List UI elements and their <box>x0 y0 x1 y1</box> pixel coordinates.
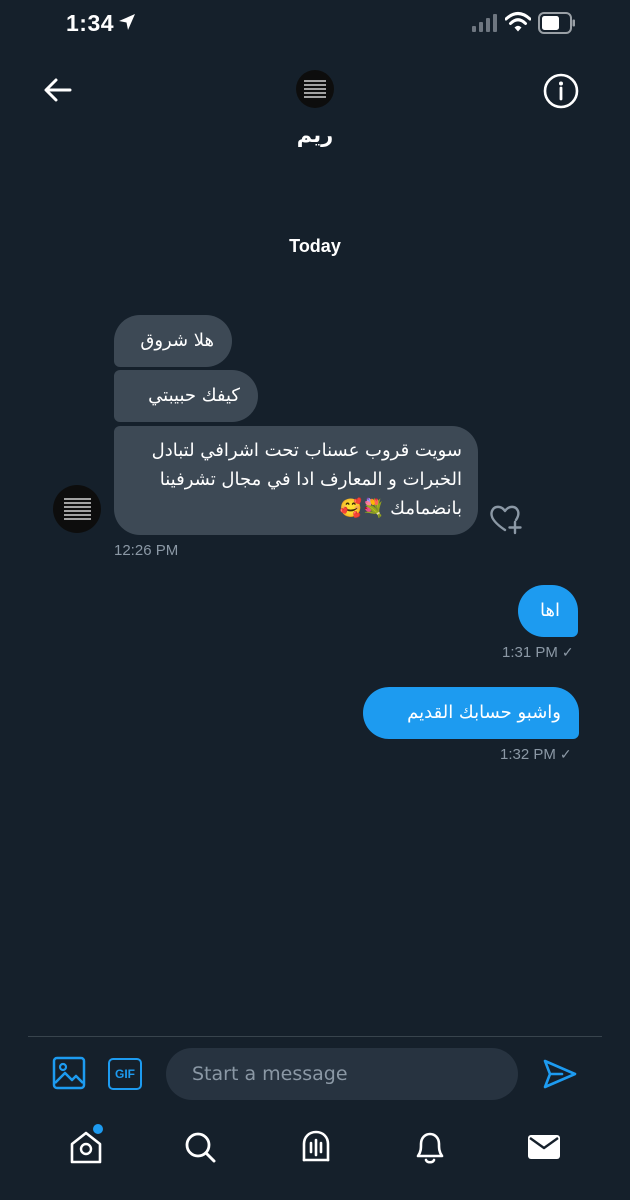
sent-message-bubble[interactable]: واشبو حسابك القديم <box>363 687 579 739</box>
sent-check-icon: ✓ <box>561 644 574 660</box>
cellular-signal-icon <box>472 14 497 32</box>
message-timestamp: 1:31 PM <box>502 644 558 661</box>
send-icon[interactable] <box>542 1058 578 1090</box>
sender-avatar[interactable] <box>53 485 101 533</box>
search-icon[interactable] <box>182 1128 218 1166</box>
add-reaction-heart-icon[interactable] <box>488 502 524 536</box>
message-timestamp: 1:32 PM <box>500 746 556 763</box>
contact-name[interactable]: ريم <box>0 123 630 147</box>
image-icon[interactable] <box>52 1056 86 1090</box>
gif-button[interactable]: GIF <box>108 1058 142 1090</box>
status-bar: 1:34 <box>0 0 630 50</box>
spaces-icon[interactable] <box>298 1128 334 1166</box>
conversation-header: ريم <box>0 50 630 160</box>
message-timestamp-row: 1:31 PM ✓ <box>502 644 574 661</box>
notifications-icon[interactable] <box>412 1128 448 1166</box>
back-button[interactable] <box>40 72 76 108</box>
composer-divider <box>28 1036 602 1037</box>
contact-avatar[interactable] <box>296 70 334 108</box>
messages-icon[interactable] <box>526 1128 562 1166</box>
sent-message-bubble[interactable]: اها <box>518 585 578 637</box>
received-message-bubble[interactable]: سويت قروب عسناب تحت اشرافي لتبادل الخبرا… <box>114 426 478 535</box>
date-separator: Today <box>289 236 341 256</box>
status-time: 1:34 <box>66 10 115 36</box>
received-message-bubble[interactable]: كيفك حبيبتي <box>114 370 258 422</box>
message-timestamp: 12:26 PM <box>114 542 179 559</box>
battery-icon <box>538 12 575 34</box>
wifi-icon <box>505 12 531 32</box>
received-message-bubble[interactable]: هلا شروق <box>114 315 232 367</box>
info-button[interactable] <box>542 72 580 110</box>
message-input[interactable] <box>166 1048 518 1100</box>
bottom-tab-bar <box>0 1110 630 1200</box>
home-badge-dot <box>93 1124 103 1134</box>
location-arrow-icon <box>119 14 135 30</box>
sent-check-icon: ✓ <box>559 746 572 762</box>
message-timestamp-row: 1:32 PM ✓ <box>500 746 572 763</box>
